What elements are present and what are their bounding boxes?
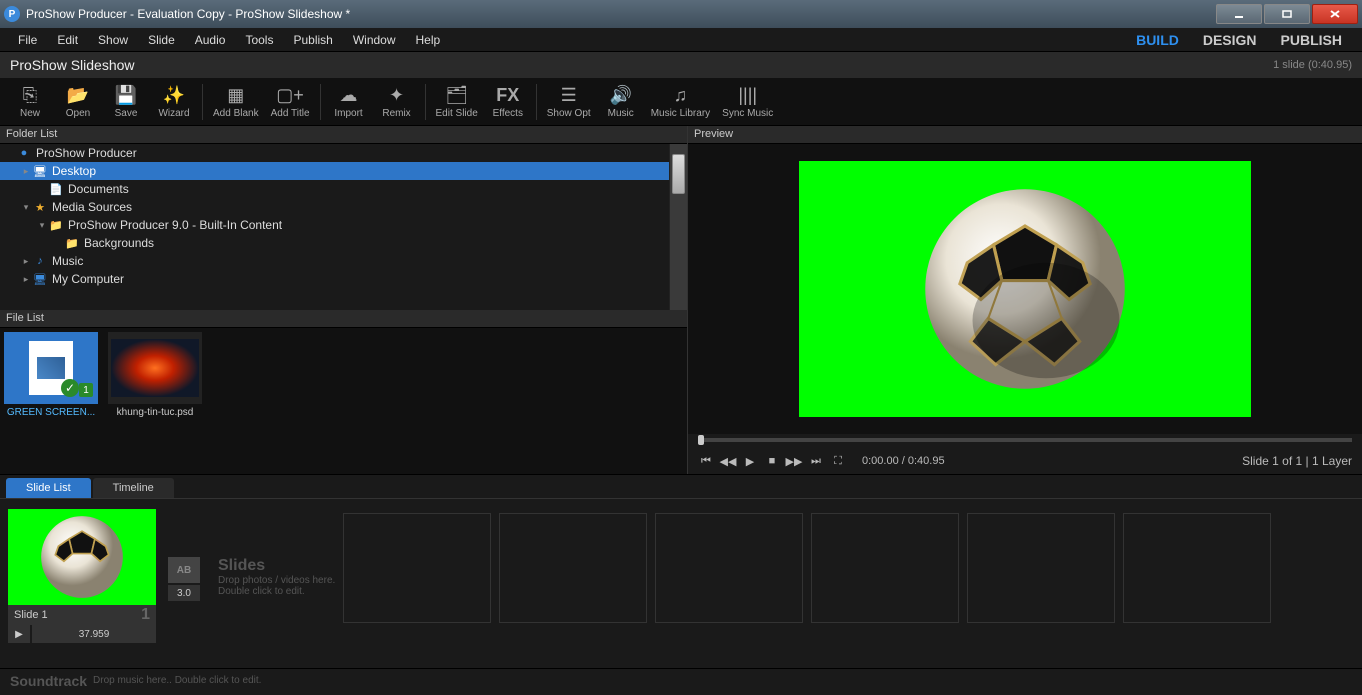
slides-hint-2: Double click to edit. (218, 586, 335, 597)
window-titlebar: P ProShow Producer - Evaluation Copy - P… (0, 0, 1362, 28)
toolbar-add-blank[interactable]: ▦Add Blank (207, 82, 265, 121)
menu-help[interactable]: Help (406, 31, 451, 49)
menu-window[interactable]: Window (343, 31, 406, 49)
tree-item-my-computer[interactable]: ▸🖥My Computer (0, 270, 669, 288)
folder-tree[interactable]: ●ProShow Producer▸🖥Desktop📄Documents▾★Me… (0, 144, 669, 310)
slide-label: Slide 1 (14, 609, 48, 621)
transition-icon[interactable]: AB (168, 557, 200, 583)
toolbar-add-title[interactable]: ▢+Add Title (265, 82, 316, 121)
toolbar: ⎘New📂Open💾Save✨Wizard▦Add Blank▢+Add Tit… (0, 78, 1362, 126)
slide-play-icon[interactable]: ▶ (8, 625, 30, 643)
toolbar-wizard[interactable]: ✨Wizard (150, 82, 198, 121)
soccer-ball-icon (39, 514, 125, 600)
window-title: ProShow Producer - Evaluation Copy - Pro… (26, 7, 1214, 21)
file-thumb[interactable]: khung-tin-tuc.psd (108, 332, 202, 418)
folder-list-header: Folder List (0, 126, 687, 144)
fullscreen-button[interactable]: ⛶ (830, 453, 846, 469)
file-thumb[interactable]: ✓1GREEN SCREEN... (4, 332, 98, 418)
toolbar-remix[interactable]: ✦Remix (373, 82, 421, 121)
file-list-header: File List (0, 310, 687, 328)
empty-slot[interactable] (811, 513, 959, 623)
bottom-tabs: Slide List Timeline (0, 474, 1362, 498)
toolbar-music-library[interactable]: ♫Music Library (645, 82, 716, 121)
show-info: 1 slide (0:40.95) (1273, 59, 1352, 71)
stop-button[interactable]: ■ (764, 453, 780, 469)
menubar: File Edit Show Slide Audio Tools Publish… (0, 28, 1362, 52)
soundtrack-label: Soundtrack (10, 673, 87, 689)
last-button[interactable]: ⏭ (808, 453, 824, 469)
tree-item-music[interactable]: ▸♪Music (0, 252, 669, 270)
show-name: ProShow Slideshow (10, 57, 135, 73)
soundtrack-hint: Drop music here.. Double click to edit. (93, 675, 261, 686)
tree-item-desktop[interactable]: ▸🖥Desktop (0, 162, 669, 180)
empty-slot[interactable] (655, 513, 803, 623)
toolbar-sync-music[interactable]: ||||Sync Music (716, 82, 779, 121)
soundtrack-bar[interactable]: Soundtrack Drop music here.. Double clic… (0, 668, 1362, 692)
preview-area (688, 144, 1362, 434)
tab-slide-list[interactable]: Slide List (6, 478, 91, 498)
toolbar-effects[interactable]: FXEffects (484, 82, 532, 121)
mode-build[interactable]: BUILD (1124, 30, 1191, 50)
empty-slot[interactable] (499, 513, 647, 623)
minimize-button[interactable] (1216, 4, 1262, 24)
menu-publish[interactable]: Publish (283, 31, 342, 49)
next-button[interactable]: ▶▶ (786, 453, 802, 469)
maximize-button[interactable] (1264, 4, 1310, 24)
mode-design[interactable]: DESIGN (1191, 30, 1269, 50)
toolbar-open[interactable]: 📂Open (54, 82, 102, 121)
slides-title: Slides (218, 557, 335, 575)
soccer-ball-icon (920, 184, 1130, 394)
time-display: 0:00.00 / 0:40.95 (862, 455, 945, 467)
menu-edit[interactable]: Edit (47, 31, 88, 49)
menu-slide[interactable]: Slide (138, 31, 185, 49)
menu-audio[interactable]: Audio (185, 31, 236, 49)
slide-number: 1 (141, 606, 150, 624)
tree-item-media-sources[interactable]: ▾★Media Sources (0, 198, 669, 216)
toolbar-save[interactable]: 💾Save (102, 82, 150, 121)
scrollbar-thumb[interactable] (672, 154, 685, 194)
transition-block[interactable]: AB 3.0 (164, 557, 204, 601)
first-button[interactable]: ⏮ (698, 453, 714, 469)
empty-slot[interactable] (967, 513, 1115, 623)
folder-scrollbar[interactable] (669, 144, 687, 310)
preview-header: Preview (688, 126, 1362, 144)
toolbar-show-opt[interactable]: ☰Show Opt (541, 82, 597, 121)
toolbar-music[interactable]: 🔊Music (597, 82, 645, 121)
scrub-bar[interactable] (688, 434, 1362, 448)
slide-status: Slide 1 of 1 | 1 Layer (1242, 454, 1352, 468)
toolbar-new[interactable]: ⎘New (6, 82, 54, 121)
menu-tools[interactable]: Tools (235, 31, 283, 49)
play-button[interactable]: ▶ (742, 453, 758, 469)
app-icon: P (4, 6, 20, 22)
toolbar-edit-slide[interactable]: 🗂Edit Slide (430, 82, 484, 121)
empty-slot[interactable] (343, 513, 491, 623)
tree-item-documents[interactable]: 📄Documents (0, 180, 669, 198)
tree-item-backgrounds[interactable]: 📁Backgrounds (0, 234, 669, 252)
close-button[interactable] (1312, 4, 1358, 24)
tab-timeline[interactable]: Timeline (93, 478, 174, 498)
slide-thumb[interactable] (8, 509, 156, 605)
slides-hint-1: Drop photos / videos here. (218, 575, 335, 586)
file-grid[interactable]: ✓1GREEN SCREEN...khung-tin-tuc.psd (0, 328, 687, 474)
transition-duration[interactable]: 3.0 (168, 585, 200, 601)
slide-1[interactable]: Slide 1 1 ▶ 37.959 (8, 509, 156, 643)
toolbar-import[interactable]: ☁Import (325, 82, 373, 121)
scrub-handle[interactable] (698, 435, 704, 445)
show-name-bar: ProShow Slideshow 1 slide (0:40.95) (0, 52, 1362, 78)
menu-file[interactable]: File (8, 31, 47, 49)
mode-publish[interactable]: PUBLISH (1269, 30, 1354, 50)
tree-item-proshow-producer[interactable]: ●ProShow Producer (0, 144, 669, 162)
empty-slot[interactable] (1123, 513, 1271, 623)
playback-controls: ⏮ ◀◀ ▶ ■ ▶▶ ⏭ ⛶ 0:00.00 / 0:40.95 Slide … (688, 448, 1362, 474)
slide-duration[interactable]: 37.959 (32, 625, 156, 643)
prev-button[interactable]: ◀◀ (720, 453, 736, 469)
preview-canvas[interactable] (799, 161, 1251, 417)
tree-item-proshow-producer-9-0-built-in-content[interactable]: ▾📁ProShow Producer 9.0 - Built-In Conten… (0, 216, 669, 234)
menu-show[interactable]: Show (88, 31, 138, 49)
slide-list-area[interactable]: Slide 1 1 ▶ 37.959 AB 3.0 Slides Drop ph… (0, 498, 1362, 668)
slides-hint: Slides Drop photos / videos here. Double… (218, 557, 335, 597)
